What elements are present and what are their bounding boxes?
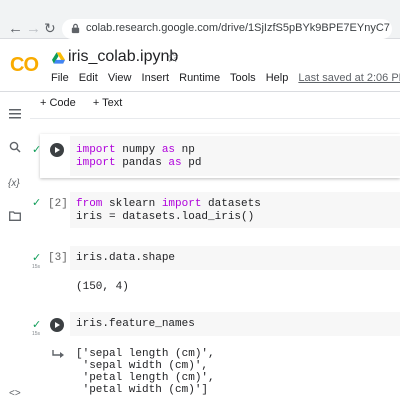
run-cell-button[interactable] [50,143,64,157]
add-code-button[interactable]: + Code [40,97,76,109]
cell-status-check: ✓ [32,319,42,331]
exec-time: 15s [32,331,41,337]
cell-output: (150, 4) [76,281,129,293]
cell-code: iris.feature_names [76,318,195,330]
search-icon[interactable] [9,141,21,153]
cell-status-check: ✓ [32,252,42,264]
last-saved-link[interactable]: Last saved at 2:06 PM [298,72,400,84]
exec-time: 15s [32,264,41,270]
menu-help[interactable]: Help [266,72,289,84]
play-icon [55,322,60,328]
add-text-button[interactable]: + Text [93,97,122,109]
menu-edit[interactable]: Edit [79,72,98,84]
cell-code: iris.data.shape [76,252,176,264]
reload-icon[interactable]: ↻ [44,21,56,36]
menu-runtime[interactable]: Runtime [179,72,220,84]
lock-icon [71,23,80,34]
execution-count: [2] [48,198,68,210]
play-icon [55,147,60,153]
folder-icon[interactable] [9,211,21,221]
menu-bar: File Edit View Insert Runtime Tools Help… [51,72,400,84]
menu-insert[interactable]: Insert [142,72,170,84]
notebook-title[interactable]: iris_colab.ipynb [68,48,178,66]
menu-view[interactable]: View [108,72,132,84]
cell-status-check: ✓ [32,197,42,209]
address-bar[interactable]: colab.research.google.com/drive/1SjIzfS5… [62,19,392,39]
colab-logo: CO [10,54,39,76]
cell-code: import numpy as np import pandas as pd [76,144,202,169]
code-snippets-icon[interactable]: <> [9,388,21,399]
output-line: 'sepal width (cm)', [76,360,209,372]
run-cell-button[interactable] [50,318,64,332]
output-line: ['sepal length (cm)', [76,348,215,360]
star-icon[interactable]: ☆ [166,48,179,66]
variables-icon[interactable]: {x} [8,178,20,189]
url-text: colab.research.google.com/drive/1SjIzfS5… [86,22,390,34]
cell-status-check: ✓ [32,144,42,156]
cell-code: from sklearn import datasets iris = data… [76,198,261,223]
toolbar-divider [30,118,400,119]
left-sidebar: {x} <> [0,92,30,400]
menu-tools[interactable]: Tools [230,72,256,84]
menu-icon[interactable] [9,109,21,119]
google-drive-icon [52,52,65,64]
output-line: 'petal width (cm)'] [76,384,209,396]
execution-count: [3] [48,252,68,264]
output-line: 'petal length (cm)', [76,372,215,384]
back-icon[interactable]: ← [8,21,23,36]
notebook-toolbar: + Code + Text [40,97,136,109]
cell-output: ['sepal length (cm)', 'sepal width (cm)'… [76,348,215,396]
forward-icon[interactable]: → [26,21,41,36]
output-redirect-icon[interactable] [52,349,65,360]
browser-toolbar: ← → ↻ colab.research.google.com/drive/1S… [0,0,400,39]
header-divider [0,91,400,92]
menu-file[interactable]: File [51,72,69,84]
